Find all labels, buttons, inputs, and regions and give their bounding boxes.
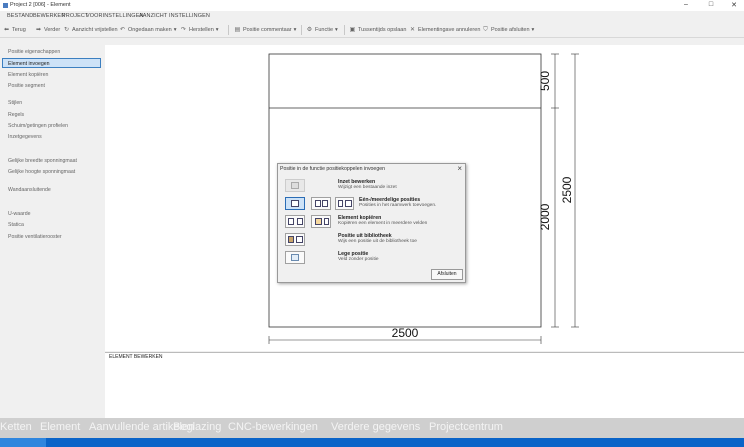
menu-aanzicht[interactable]: AANZICHT [139, 13, 167, 19]
option-desc-positie-bibliotheek: Wijs een positie uit de bibliotheek toe [338, 239, 417, 244]
sidebar-item-u-waarde[interactable]: U-waarde [8, 211, 31, 217]
dialog-close-button[interactable]: Afsluiten [431, 269, 463, 280]
option-desc-meerdelige-posities: Posities in het raamwerk toevoegen. [359, 203, 437, 208]
option-desc-inzet-bewerken: Wijzigt een bestaande inzet [338, 185, 397, 190]
dim-label-width: 2500 [392, 326, 419, 340]
sidebar-item-schuim-profielen[interactable]: Schuim/getingen profielen [8, 123, 68, 129]
toolbar-divider [301, 25, 302, 35]
nav-projectcentrum[interactable]: Projectcentrum [429, 421, 503, 433]
sidebar-item-inzetgegevens[interactable]: Inzetgegevens [8, 134, 42, 140]
dim-label-mid: 2000 [538, 203, 552, 230]
undo-button[interactable]: ↶ Ongedaan maken ▾ [119, 25, 177, 35]
sidebar-item-gelijke-breedte[interactable]: Gelijke breedte sponningmaat [8, 158, 77, 164]
save-icon: ▣ [349, 26, 356, 33]
sidebar-item-element-kopieren[interactable]: Element kopiëren [8, 72, 48, 78]
library-position-option-icon[interactable] [285, 233, 305, 246]
refresh-view-button[interactable]: ↻ Aanzicht vrijstellen [63, 25, 118, 35]
sidebar-item-stijlen[interactable]: Stijlen [8, 100, 22, 106]
two-part-position-option-icon[interactable] [311, 197, 331, 210]
gear-icon: ⚙ [306, 26, 313, 33]
dim-label-top: 500 [538, 71, 552, 91]
element-edit-pane: ELEMENT BEWERKEN [105, 352, 744, 418]
chevron-down-icon: ▾ [531, 27, 535, 33]
back-button[interactable]: ⬅ Terug [3, 25, 26, 35]
sidebar-item-statica[interactable]: Statica [8, 222, 24, 228]
nav-beglazing[interactable]: Beglazing [173, 421, 221, 433]
dialog-title: Positie in de functie positiekoppelen in… [280, 166, 385, 172]
chevron-down-icon: ▾ [293, 27, 297, 33]
toolbar-divider [228, 25, 229, 35]
menu-bar: BESTAND BEWERKEN PROJECT VOORINSTELLINGE… [0, 11, 744, 21]
arrow-left-icon: ⬅ [3, 26, 10, 33]
empty-position-option-icon[interactable] [285, 251, 305, 264]
redo-icon: ↷ [180, 26, 187, 33]
menu-instellingen[interactable]: INSTELLINGEN [169, 13, 210, 19]
app-icon [3, 3, 8, 8]
comment-icon: ▤ [234, 26, 241, 33]
sidebar-item-positie-segment[interactable]: Positie segment [8, 83, 45, 89]
bottom-navigation: Ketten Element Aanvullende artikelen Beg… [0, 418, 744, 438]
refresh-icon: ↻ [63, 26, 70, 33]
multi-position-option-icon[interactable] [335, 197, 354, 210]
status-segment [0, 438, 46, 447]
save-between-button[interactable]: ▣ Tussentijds opslaan [349, 25, 407, 35]
sidebar-item-wandaansluitende[interactable]: Wandaansluitende [8, 187, 51, 193]
status-bar [0, 438, 744, 447]
sidebar-item-positie-eigenschappen[interactable]: Positie eigenschappen [8, 49, 60, 55]
sidebar-item-gelijke-hoogte[interactable]: Gelijke hoogte sponningmaat [8, 169, 75, 175]
window-title: Project 2 [006] - Element [10, 2, 71, 8]
sidebar-item-element-invoegen[interactable]: Element invoegen [2, 58, 101, 68]
insert-position-dialog: Positie in de functie positiekoppelen in… [277, 163, 466, 283]
commentary-button[interactable]: ▤ Positie commentaar ▾ [234, 25, 297, 35]
forward-button[interactable]: ➡ Verder [35, 25, 60, 35]
menu-bewerken[interactable]: BEWERKEN [33, 13, 65, 19]
copy-element-option-icon[interactable] [285, 215, 305, 228]
nav-element[interactable]: Element [40, 421, 80, 433]
maximize-button[interactable]: □ [706, 1, 716, 8]
title-bar: Project 2 [006] - Element – □ ✕ [0, 0, 744, 11]
close-window-button[interactable]: ✕ [729, 1, 739, 9]
arrow-right-icon: ➡ [35, 26, 42, 33]
chevron-down-icon: ▾ [215, 27, 219, 33]
sidebar-item-regels[interactable]: Regels [8, 112, 24, 118]
menu-voorinstellingen[interactable]: VOORINSTELLINGEN [86, 13, 144, 19]
chevron-down-icon: ▾ [335, 27, 338, 33]
sidebar: Positie eigenschappen Element invoegen E… [0, 38, 103, 418]
menu-bestand[interactable]: BESTAND [7, 13, 33, 19]
nav-ketten[interactable]: Ketten [0, 421, 32, 433]
chevron-down-icon: ▾ [173, 27, 177, 33]
sidebar-item-ventilatierooster[interactable]: Positie ventilatierooster [8, 234, 62, 240]
single-position-option-icon[interactable] [285, 197, 305, 210]
nav-cnc-bewerkingen[interactable]: CNC-bewerkingen [228, 421, 318, 433]
pane-title: ELEMENT BEWERKEN [109, 354, 163, 360]
close-position-icon: ⛉ [483, 26, 488, 33]
undo-icon: ↶ [119, 26, 126, 33]
minimize-button[interactable]: – [681, 1, 691, 8]
toolbar: ⬅ Terug ➡ Verder ↻ Aanzicht vrijstellen ↶ On… [0, 21, 744, 38]
close-icon: ✕ [409, 26, 416, 33]
close-icon[interactable]: × [457, 164, 462, 173]
cancel-input-button[interactable]: ✕ Elementingave annuleren [409, 25, 480, 35]
dim-label-total-height: 2500 [560, 176, 574, 203]
option-desc-element-kopieren: Kopiëren een element in meerdere velden [338, 221, 428, 226]
function-button[interactable]: ⚙ Functie ▾ [306, 25, 338, 35]
close-position-button[interactable]: ⛉ Positie afsluiten ▾ [482, 25, 534, 35]
redo-button[interactable]: ↷ Herstellen ▾ [180, 25, 219, 35]
menu-project[interactable]: PROJECT [62, 13, 88, 19]
edit-insert-option-icon[interactable] [285, 179, 305, 192]
nav-verdere-gegevens[interactable]: Verdere gegevens [331, 421, 420, 433]
toolbar-divider [344, 25, 345, 35]
copy-element-alt-icon[interactable] [311, 215, 331, 228]
option-desc-lege-positie: Veld zonder positie [338, 257, 379, 262]
